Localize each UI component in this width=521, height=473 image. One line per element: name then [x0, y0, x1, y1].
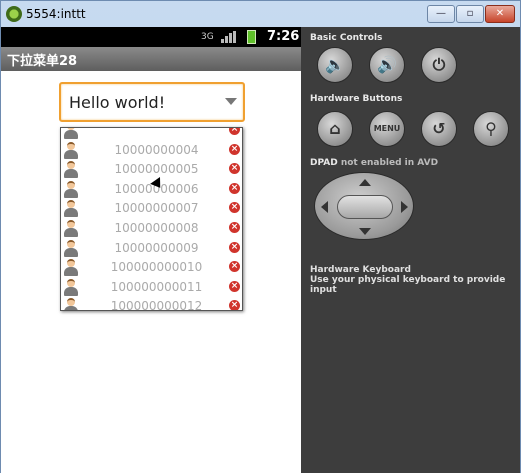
list-item[interactable]: 100000000010 ×	[61, 257, 242, 277]
network-type-label: 3G	[201, 32, 214, 42]
hardware-buttons-label: Hardware Buttons	[310, 94, 403, 104]
basic-controls-label: Basic Controls	[310, 33, 383, 43]
list-item[interactable]: ×	[61, 128, 242, 140]
list-item-number: 10000000007	[114, 201, 199, 216]
volume-down-icon: 🔈	[325, 55, 345, 74]
keyboard-hint: Hardware Keyboard Use your physical keyb…	[310, 265, 520, 295]
menu-label: MENU	[373, 124, 401, 133]
emulator-control-panel: Basic Controls 🔈 🔊 ⏻ Hardware Buttons ⌂ …	[301, 27, 520, 473]
close-button[interactable]: ✕	[485, 5, 515, 23]
user-avatar-icon	[64, 128, 78, 139]
volume-up-icon: 🔊	[377, 55, 397, 74]
emulator-app-icon	[6, 6, 22, 22]
list-item[interactable]: 10000000008 ×	[61, 218, 242, 238]
dpad-note: not enabled in AVD	[340, 158, 439, 168]
search-icon: ⚲	[485, 119, 497, 138]
delete-icon[interactable]: ×	[229, 241, 240, 253]
delete-icon[interactable]: ×	[229, 128, 240, 135]
search-button[interactable]: ⚲	[473, 111, 509, 147]
list-item[interactable]: 10000000007 ×	[61, 198, 242, 218]
dpad-down-arrow-icon[interactable]	[359, 228, 371, 235]
dpad-center-button[interactable]	[337, 195, 393, 219]
window-title: 5554:inttt	[26, 7, 86, 21]
battery-icon	[247, 30, 256, 44]
back-icon: ↺	[432, 119, 446, 138]
list-item[interactable]: 10000000009 ×	[61, 238, 242, 258]
maximize-button[interactable]: ▫	[456, 5, 484, 23]
menu-button[interactable]: MENU	[369, 111, 405, 147]
emulator-window: 5554:inttt — ▫ ✕ 3G 7:26 下拉菜单28 Hello wo…	[0, 0, 521, 473]
volume-up-button[interactable]: 🔊	[369, 47, 405, 83]
delete-icon[interactable]: ×	[229, 300, 240, 310]
list-item-number: 100000000011	[110, 279, 203, 294]
list-item-number: 10000000008	[114, 221, 199, 235]
app-title-bar: 下拉菜单28	[1, 47, 301, 71]
spinner-selected-value: Hello world!	[69, 93, 166, 112]
dpad-label: DPAD	[310, 158, 338, 168]
title-bar: 5554:inttt — ▫ ✕	[1, 1, 520, 27]
list-item-number: 100000000012	[110, 299, 203, 311]
list-item-number: 100000000010	[110, 260, 203, 275]
list-item-number: 10000000004	[114, 142, 199, 157]
dpad-left-arrow-icon[interactable]	[321, 201, 328, 213]
list-item[interactable]: 10000000004 ×	[61, 140, 242, 160]
dpad-up-arrow-icon[interactable]	[359, 179, 371, 186]
list-item-number: 10000000009	[114, 240, 199, 255]
delete-icon[interactable]: ×	[229, 222, 240, 233]
home-icon: ⌂	[329, 119, 341, 138]
spinner-dropdown[interactable]: Hello world!	[59, 82, 245, 122]
power-icon: ⏻	[432, 55, 446, 74]
keyboard-hint-text: Use your physical keyboard to provide in…	[310, 275, 506, 295]
status-bar: 3G 7:26	[1, 27, 301, 47]
app-title: 下拉菜单28	[7, 54, 78, 69]
back-button[interactable]: ↺	[421, 111, 457, 147]
list-item[interactable]: 100000000011 ×	[61, 277, 242, 297]
delete-icon[interactable]: ×	[229, 280, 240, 292]
home-button[interactable]: ⌂	[317, 111, 353, 147]
list-item[interactable]: 10000000005 ×	[61, 159, 242, 179]
volume-down-button[interactable]: 🔈	[317, 47, 353, 83]
dpad-section-label: DPAD not enabled in AVD	[310, 158, 438, 168]
minimize-button[interactable]: —	[427, 5, 455, 23]
emulator-client-area: 3G 7:26 下拉菜单28 Hello world! × 10000000004…	[1, 27, 520, 473]
delete-icon[interactable]: ×	[229, 182, 240, 194]
list-item-number: 10000000005	[114, 162, 199, 177]
delete-icon[interactable]: ×	[229, 143, 240, 155]
dpad-right-arrow-icon[interactable]	[401, 201, 408, 213]
power-button[interactable]: ⏻	[421, 47, 457, 83]
dropdown-list[interactable]: × 10000000004 × 10000000005 × 10000000006 × 100…	[60, 127, 243, 311]
dpad-control[interactable]	[314, 172, 414, 240]
signal-strength-icon	[221, 31, 237, 43]
list-item[interactable]: 100000000012 ×	[61, 296, 242, 311]
phone-screen: 3G 7:26 下拉菜单28 Hello world! × 10000000004…	[1, 27, 301, 473]
keyboard-hint-title: Hardware Keyboard	[310, 265, 411, 275]
status-time: 7:26	[267, 29, 300, 44]
dropdown-arrow-icon	[225, 98, 237, 105]
